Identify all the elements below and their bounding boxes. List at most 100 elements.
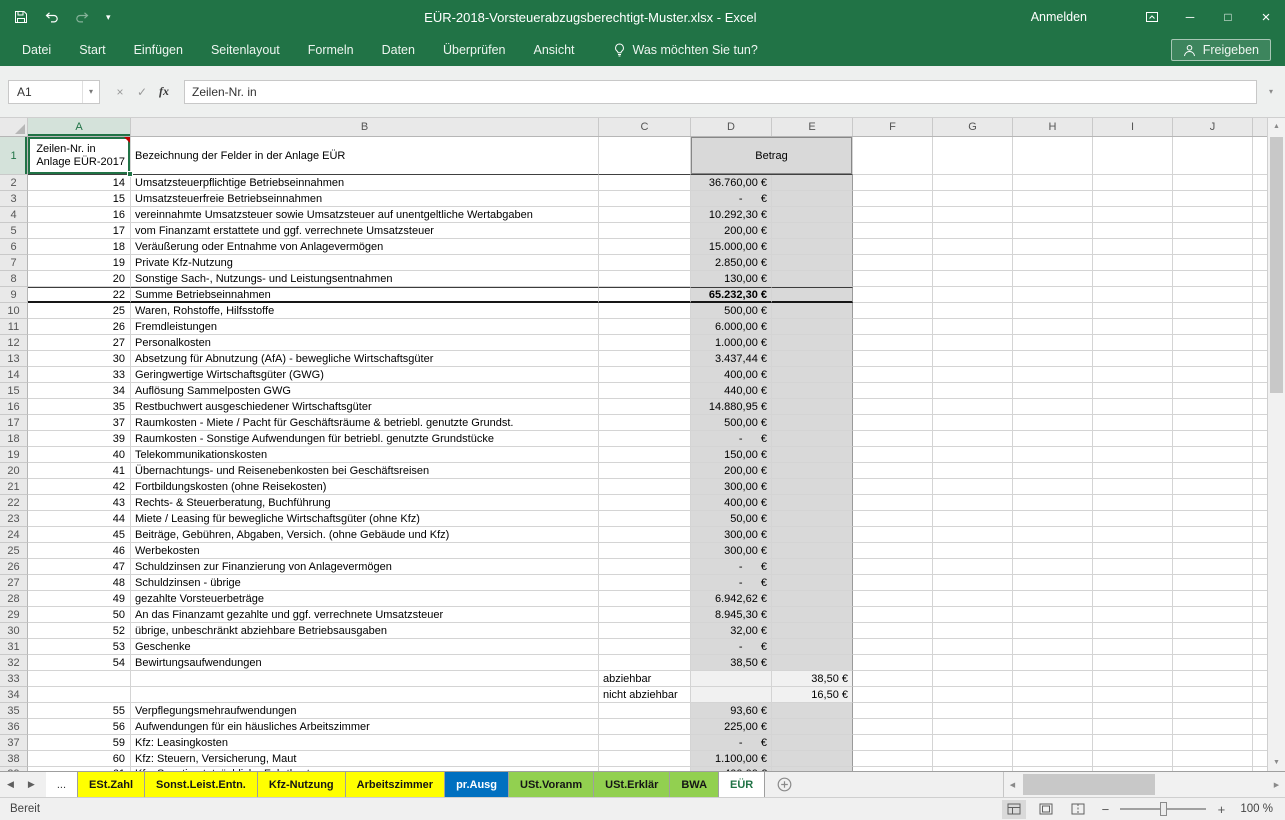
cell-H4[interactable] xyxy=(1013,207,1093,223)
sheet-tab-Sonst.Leist.Entn.[interactable]: Sonst.Leist.Entn. xyxy=(145,772,258,797)
cell-A14[interactable]: 33 xyxy=(28,367,131,383)
row-header-11[interactable]: 11 xyxy=(0,319,28,335)
ribbon-display-options-icon[interactable] xyxy=(1133,0,1171,34)
cell-D7[interactable]: 2.850,00 € xyxy=(691,255,772,271)
cell-C38[interactable] xyxy=(599,751,691,767)
cell-B5[interactable]: vom Finanzamt erstattete und ggf. verrec… xyxy=(131,223,599,239)
cell-C35[interactable] xyxy=(599,703,691,719)
cell-A34[interactable] xyxy=(28,687,131,703)
cell-D36[interactable]: 225,00 € xyxy=(691,719,772,735)
cell-H18[interactable] xyxy=(1013,431,1093,447)
ribbon-tab-überprüfen[interactable]: Überprüfen xyxy=(429,34,520,66)
vertical-scroll-thumb[interactable] xyxy=(1270,137,1283,393)
scroll-down-icon[interactable]: ▼ xyxy=(1268,754,1285,771)
cell-H11[interactable] xyxy=(1013,319,1093,335)
cell-I8[interactable] xyxy=(1093,271,1173,287)
row-header-4[interactable]: 4 xyxy=(0,207,28,223)
row-header-24[interactable]: 24 xyxy=(0,527,28,543)
row-header-34[interactable]: 34 xyxy=(0,687,28,703)
row-header-17[interactable]: 17 xyxy=(0,415,28,431)
row-header-10[interactable]: 10 xyxy=(0,303,28,319)
cell-H27[interactable] xyxy=(1013,575,1093,591)
cell-D9[interactable]: 65.232,30 € xyxy=(691,287,772,303)
cell-C5[interactable] xyxy=(599,223,691,239)
row-header-21[interactable]: 21 xyxy=(0,479,28,495)
cell-G28[interactable] xyxy=(933,591,1013,607)
ribbon-tab-start[interactable]: Start xyxy=(65,34,119,66)
cell-J38[interactable] xyxy=(1173,751,1253,767)
cell-F18[interactable] xyxy=(853,431,933,447)
cell-G15[interactable] xyxy=(933,383,1013,399)
cell-A12[interactable]: 27 xyxy=(28,335,131,351)
cell-A17[interactable]: 37 xyxy=(28,415,131,431)
column-header-F[interactable]: F xyxy=(853,118,933,136)
row-header-5[interactable]: 5 xyxy=(0,223,28,239)
cell-C31[interactable] xyxy=(599,639,691,655)
cell-F15[interactable] xyxy=(853,383,933,399)
cell-J27[interactable] xyxy=(1173,575,1253,591)
cell-D14[interactable]: 400,00 € xyxy=(691,367,772,383)
cell-C39[interactable] xyxy=(599,767,691,771)
cell-A33[interactable] xyxy=(28,671,131,687)
cell-D26[interactable]: - € xyxy=(691,559,772,575)
cell-E5[interactable] xyxy=(772,223,853,239)
cell-G23[interactable] xyxy=(933,511,1013,527)
cell-C6[interactable] xyxy=(599,239,691,255)
cell-I28[interactable] xyxy=(1093,591,1173,607)
cell-B7[interactable]: Private Kfz-Nutzung xyxy=(131,255,599,271)
cell-B34[interactable] xyxy=(131,687,599,703)
cell-H22[interactable] xyxy=(1013,495,1093,511)
cell-G11[interactable] xyxy=(933,319,1013,335)
name-box[interactable]: A1 ▾ xyxy=(8,80,100,104)
cell-G19[interactable] xyxy=(933,447,1013,463)
sheet-tab-Kfz-Nutzung[interactable]: Kfz-Nutzung xyxy=(258,772,346,797)
zoom-in-icon[interactable]: + xyxy=(1214,802,1228,817)
cell-J10[interactable] xyxy=(1173,303,1253,319)
cell-I33[interactable] xyxy=(1093,671,1173,687)
cell-G30[interactable] xyxy=(933,623,1013,639)
cell-C32[interactable] xyxy=(599,655,691,671)
cell-F29[interactable] xyxy=(853,607,933,623)
cell-E22[interactable] xyxy=(772,495,853,511)
column-header-I[interactable]: I xyxy=(1093,118,1173,136)
cell-F12[interactable] xyxy=(853,335,933,351)
cell-B32[interactable]: Bewirtungsaufwendungen xyxy=(131,655,599,671)
cell-E27[interactable] xyxy=(772,575,853,591)
cell-F24[interactable] xyxy=(853,527,933,543)
cell-H13[interactable] xyxy=(1013,351,1093,367)
cell-J2[interactable] xyxy=(1173,175,1253,191)
tell-me-box[interactable]: Was möchten Sie tun? xyxy=(613,43,758,57)
cell-B14[interactable]: Geringwertige Wirtschaftsgüter (GWG) xyxy=(131,367,599,383)
cell-D39[interactable]: 400,00 € xyxy=(691,767,772,771)
undo-icon[interactable] xyxy=(44,12,59,23)
cell-I16[interactable] xyxy=(1093,399,1173,415)
cell-C20[interactable] xyxy=(599,463,691,479)
cell-B28[interactable]: gezahlte Vorsteuerbeträge xyxy=(131,591,599,607)
cell-A3[interactable]: 15 xyxy=(28,191,131,207)
cell-B29[interactable]: An das Finanzamt gezahlte und ggf. verre… xyxy=(131,607,599,623)
cell-J3[interactable] xyxy=(1173,191,1253,207)
cell-C28[interactable] xyxy=(599,591,691,607)
horizontal-scroll-thumb[interactable] xyxy=(1023,774,1155,795)
cell-B25[interactable]: Werbekosten xyxy=(131,543,599,559)
cell-G12[interactable] xyxy=(933,335,1013,351)
cell-H29[interactable] xyxy=(1013,607,1093,623)
cell-D10[interactable]: 500,00 € xyxy=(691,303,772,319)
cell-F28[interactable] xyxy=(853,591,933,607)
cell-F2[interactable] xyxy=(853,175,933,191)
cell-D29[interactable]: 8.945,30 € xyxy=(691,607,772,623)
formula-bar-expand-icon[interactable]: ▾ xyxy=(1263,87,1279,96)
ribbon-tab-datei[interactable]: Datei xyxy=(8,34,65,66)
cell-F11[interactable] xyxy=(853,319,933,335)
customize-qat-chevron-icon[interactable]: ▾ xyxy=(106,12,111,23)
cell-I24[interactable] xyxy=(1093,527,1173,543)
cell-J21[interactable] xyxy=(1173,479,1253,495)
cell-J1[interactable] xyxy=(1173,137,1253,175)
cell-D31[interactable]: - € xyxy=(691,639,772,655)
cell-I37[interactable] xyxy=(1093,735,1173,751)
cell-E15[interactable] xyxy=(772,383,853,399)
cell-E29[interactable] xyxy=(772,607,853,623)
cell-I29[interactable] xyxy=(1093,607,1173,623)
insert-function-icon[interactable]: fx xyxy=(154,84,174,99)
cell-B36[interactable]: Aufwendungen für ein häusliches Arbeitsz… xyxy=(131,719,599,735)
